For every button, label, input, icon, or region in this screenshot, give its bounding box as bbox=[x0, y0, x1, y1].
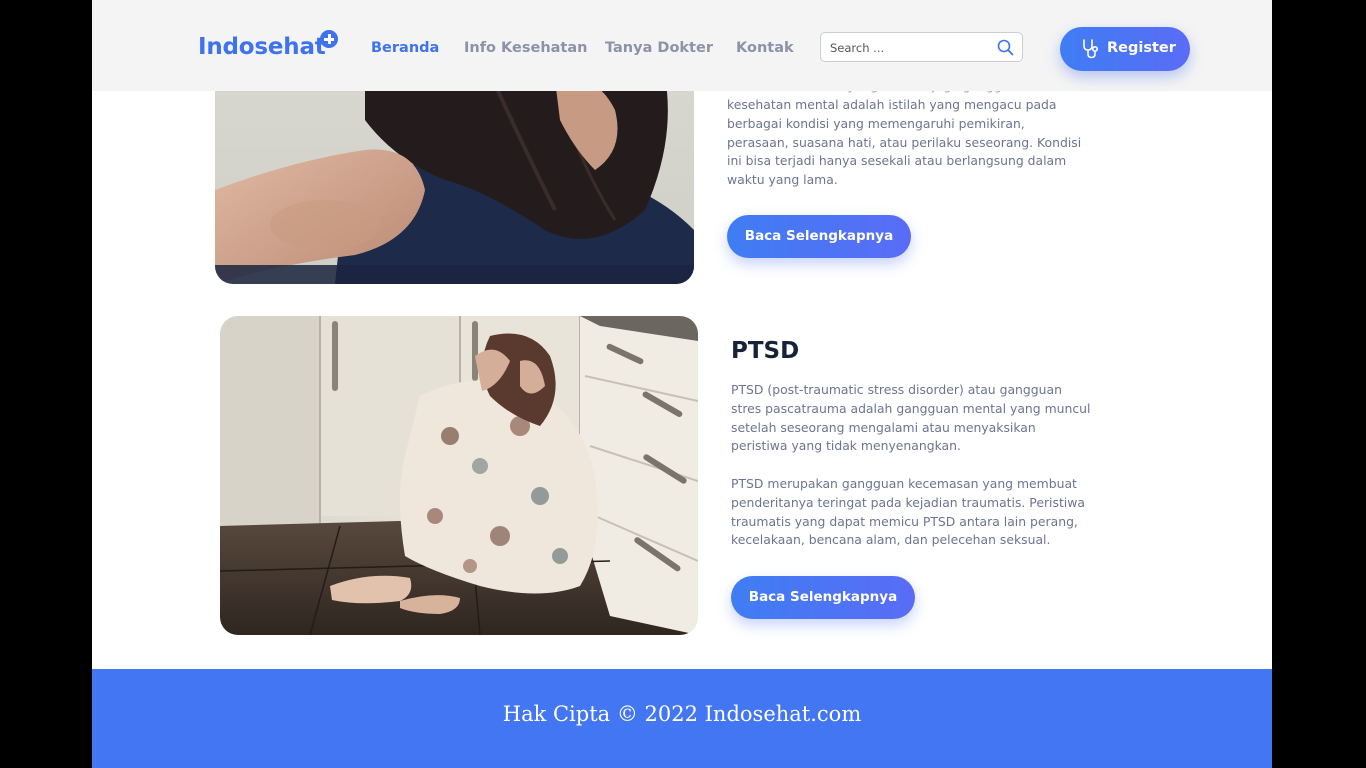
article-1-line: waktu yang lama. bbox=[727, 172, 838, 188]
ptsd-line: peristiwa yang tidak menyenangkan. bbox=[731, 438, 961, 454]
footer: Hak Cipta © 2022 Indosehat.com bbox=[92, 669, 1272, 768]
search-box bbox=[820, 32, 1023, 62]
nav-link-tanya-dokter[interactable]: Tanya Dokter bbox=[605, 40, 713, 56]
nav-link-beranda[interactable]: Beranda bbox=[371, 40, 439, 56]
ptsd-line: penderitanya teringat pada kejadian trau… bbox=[731, 494, 1085, 510]
article-1-line: ini bisa terjadi hanya sesekali atau ber… bbox=[727, 153, 1067, 169]
ptsd-line: stres pascatrauma adalah gangguan mental… bbox=[731, 400, 1091, 416]
navbar: Indosehat Beranda Info Kesehatan Tanya D… bbox=[92, 0, 1272, 91]
register-button[interactable]: Register bbox=[1060, 27, 1190, 71]
search-input[interactable] bbox=[830, 39, 990, 56]
woman-crouching-photo bbox=[220, 316, 698, 635]
nav-link-kontak[interactable]: Kontak bbox=[736, 40, 794, 56]
ptsd-line: setelah seseorang mengalami atau menyaks… bbox=[731, 419, 1036, 435]
ptsd-line: traumatis yang dapat memicu PTSD antara … bbox=[731, 513, 1078, 529]
ptsd-line: PTSD merupakan gangguan kecemasan yang m… bbox=[731, 476, 1077, 491]
ptsd-paragraph-2: PTSD merupakan gangguan kecemasan yang m… bbox=[731, 475, 1111, 550]
article-1-text: kesehatan mental adalah istilah yang men… bbox=[727, 96, 1107, 190]
read-more-button-ptsd[interactable]: Baca Selengkapnya bbox=[731, 576, 915, 619]
article-1-line: kesehatan mental adalah istilah yang men… bbox=[727, 97, 1057, 112]
article-1-line: perasaan, suasana hati, atau perilaku se… bbox=[727, 134, 1082, 150]
copyright-text: Hak Cipta © 2022 Indosehat.com bbox=[502, 702, 862, 726]
page: Mental illness atau yang disebut juga ga… bbox=[92, 0, 1272, 768]
register-label: Register bbox=[1107, 40, 1176, 56]
stethoscope-icon bbox=[1083, 39, 1099, 59]
article-image-ptsd bbox=[220, 316, 698, 635]
ptsd-line: PTSD (post-traumatic stress disorder) at… bbox=[731, 382, 1062, 397]
search-icon[interactable] bbox=[997, 39, 1014, 56]
logo[interactable]: Indosehat bbox=[198, 34, 326, 60]
plus-icon bbox=[320, 30, 338, 48]
read-more-button-article-1[interactable]: Baca Selengkapnya bbox=[727, 215, 911, 258]
article-1-line: berbagai kondisi yang memengaruhi pemiki… bbox=[727, 115, 1025, 131]
ptsd-paragraph-1: PTSD (post-traumatic stress disorder) at… bbox=[731, 381, 1111, 456]
nav-link-info-kesehatan[interactable]: Info Kesehatan bbox=[464, 40, 587, 56]
article-title-ptsd: PTSD bbox=[731, 338, 800, 364]
ptsd-line: kecelakaan, bencana alam, dan pelecehan … bbox=[731, 532, 1051, 548]
